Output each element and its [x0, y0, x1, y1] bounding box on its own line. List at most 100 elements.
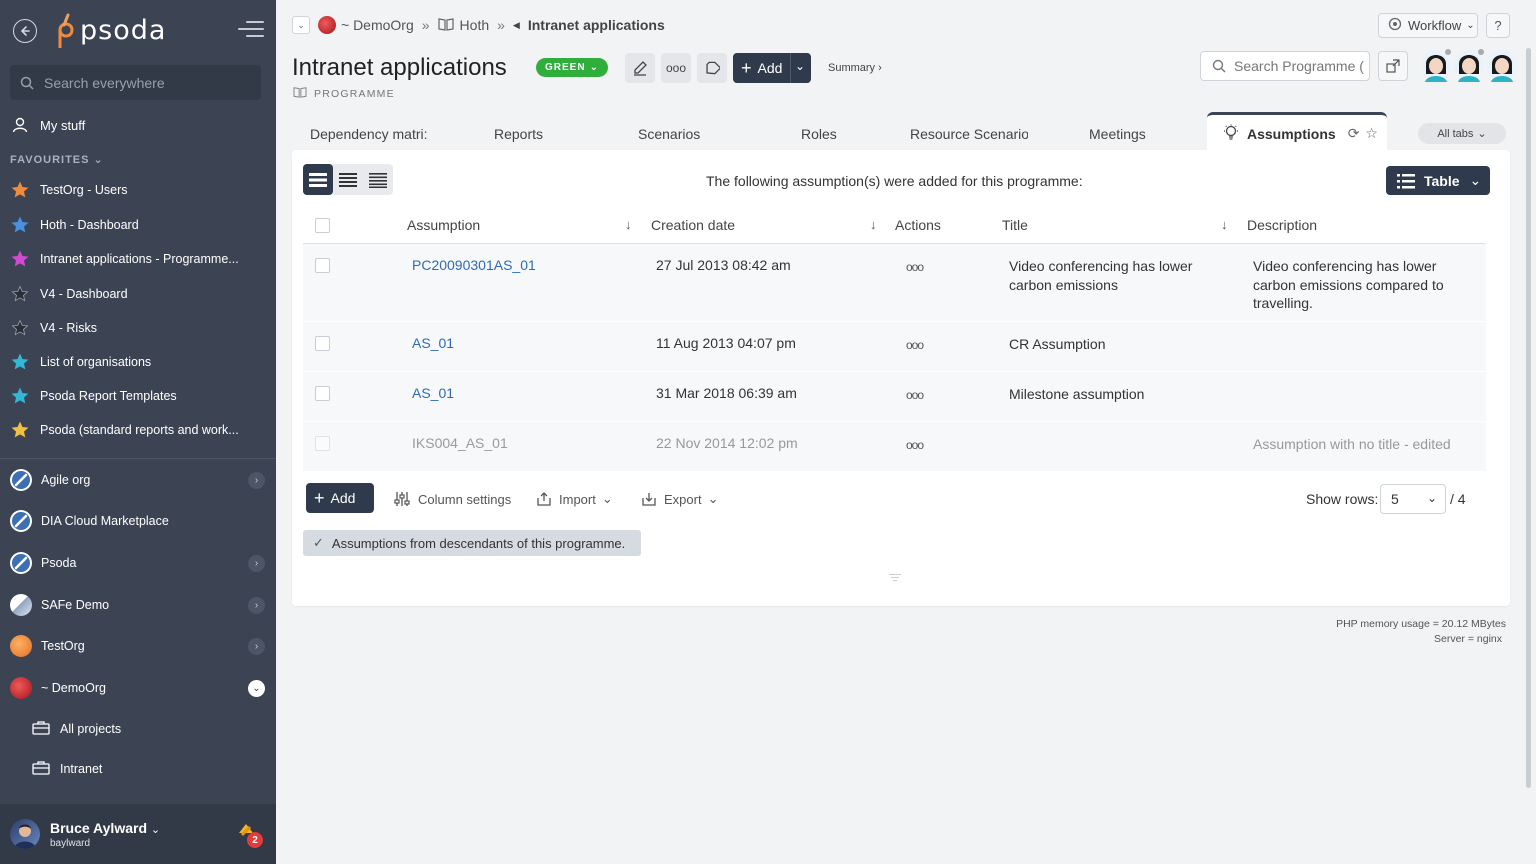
summary-link[interactable]: Summary › [828, 62, 882, 74]
sidebar-item-my-stuff[interactable]: My stuff [0, 110, 276, 140]
star-outline-icon[interactable]: ☆ [1365, 125, 1378, 142]
user-menu[interactable]: Bruce Aylward ⌄ baylward [0, 804, 276, 864]
table-row[interactable]: PC20090301AS_01 27 Jul 2013 08:42 am ooo Vi… [303, 244, 1486, 322]
entity-type-label: PROGRAMME [293, 86, 395, 101]
rows-per-page-select[interactable]: 5 ⌄ [1380, 484, 1446, 514]
team-member-avatar[interactable] [1420, 48, 1452, 82]
tag-button[interactable] [697, 53, 727, 83]
sidebar-favourite-item[interactable]: List of organisations [0, 347, 276, 377]
sidebar-favourite-item[interactable]: V4 - Dashboard [0, 279, 276, 309]
tab-scenarios[interactable]: Scenarios [638, 126, 700, 142]
creation-date: 31 Mar 2018 06:39 am [656, 385, 797, 401]
refresh-icon[interactable]: ⟳ [1348, 125, 1360, 142]
page-scrollbar[interactable] [1526, 48, 1531, 788]
row-actions-icon[interactable]: ooo [906, 338, 924, 352]
psoda-logo-icon [52, 12, 78, 48]
team-member-avatar[interactable] [1453, 48, 1485, 82]
sort-arrow-icon[interactable]: ↓ [1221, 217, 1228, 232]
sidebar-org-item[interactable]: DIA Cloud Marketplace [0, 502, 276, 540]
density-compact-button[interactable] [333, 164, 363, 195]
sidebar-favourite-item[interactable]: Intranet applications - Programme... [0, 244, 276, 274]
import-button[interactable]: Import ⌄ [536, 491, 613, 507]
help-button[interactable]: ? [1486, 13, 1510, 38]
assumption-id-link[interactable]: IKS004_AS_01 [412, 434, 508, 453]
select-all-checkbox[interactable] [315, 218, 330, 233]
sidebar-org-item[interactable]: Psoda › [0, 544, 276, 582]
descendants-filter-toggle[interactable]: ✓ Assumptions from descendants of this p… [303, 530, 641, 556]
row-actions-icon[interactable]: ooo [906, 388, 924, 402]
collapse-sidebar-icon[interactable] [238, 21, 264, 41]
sidebar-favourite-item[interactable]: V4 - Risks [0, 313, 276, 343]
status-badge[interactable]: GREEN ⌄ [536, 58, 608, 77]
density-comfortable-button[interactable] [303, 164, 333, 195]
sort-arrow-icon[interactable]: ↓ [870, 217, 877, 232]
assumption-title: Video conferencing has lower carbon emis… [1009, 258, 1193, 293]
chevron-right-icon[interactable]: › [248, 597, 265, 614]
all-tabs-button[interactable]: All tabs ⌄ [1418, 123, 1506, 144]
assumption-id-link[interactable]: AS_01 [412, 334, 454, 353]
row-checkbox[interactable] [315, 336, 330, 351]
external-link-button[interactable] [1378, 51, 1408, 81]
row-checkbox[interactable] [315, 386, 330, 401]
global-search-input[interactable]: Search everywhere [10, 65, 261, 100]
assumption-title: Milestone assumption [1009, 386, 1145, 402]
sidebar-org-item[interactable]: SAFe Demo › [0, 586, 276, 624]
column-header-title[interactable]: Title [1002, 217, 1028, 233]
sidebar-org-item[interactable]: Agile org › [0, 461, 276, 499]
sidebar-item-all-projects[interactable]: All projects [0, 712, 276, 746]
row-checkbox[interactable] [315, 258, 330, 273]
back-arrow-icon[interactable] [13, 19, 37, 43]
sidebar-item-intranet[interactable]: Intranet [0, 752, 276, 786]
tab-reports[interactable]: Reports [494, 126, 543, 142]
table-list-icon [1397, 173, 1415, 188]
column-header-creation-date[interactable]: Creation date [651, 217, 735, 233]
programme-search-input[interactable]: Search Programme ( [1200, 51, 1370, 81]
breadcrumb-portfolio[interactable]: Hoth [460, 17, 490, 33]
chevron-right-icon[interactable]: › [248, 638, 265, 655]
column-settings-button[interactable]: Column settings [394, 491, 511, 507]
chevron-down-icon[interactable]: ⌄ [248, 680, 265, 697]
psoda-logo[interactable]: psoda [52, 12, 166, 48]
column-header-assumption[interactable]: Assumption [407, 217, 480, 233]
sidebar-favourite-item[interactable]: Psoda (standard reports and work... [0, 415, 276, 445]
tab-roles[interactable]: Roles [801, 126, 837, 142]
export-button[interactable]: Export ⌄ [641, 491, 718, 507]
more-actions-button[interactable]: ooo [661, 53, 691, 83]
view-mode-button[interactable]: Table ⌄ [1386, 166, 1490, 195]
row-checkbox[interactable] [315, 436, 330, 451]
workflow-button[interactable]: Workflow ⌄ [1378, 13, 1478, 38]
sidebar-org-item[interactable]: TestOrg › [0, 627, 276, 665]
sidebar-favourite-item[interactable]: Hoth - Dashboard [0, 210, 276, 240]
sidebar-favourite-item[interactable]: TestOrg - Users [0, 175, 276, 205]
column-header-description[interactable]: Description [1247, 217, 1317, 233]
breadcrumb-org[interactable]: ~ DemoOrg [341, 17, 414, 33]
row-actions-icon[interactable]: ooo [906, 438, 924, 452]
table-row[interactable]: AS_01 31 Mar 2018 06:39 am ooo Milestone as… [303, 372, 1486, 422]
sidebar-org-item[interactable]: ~ DemoOrg ⌄ [0, 669, 276, 707]
tab-dependency-matrix[interactable]: Dependency matri: [310, 126, 430, 142]
add-assumption-button[interactable]: + Add [306, 483, 374, 513]
chevron-right-icon[interactable]: › [248, 472, 265, 489]
external-link-icon [1386, 59, 1400, 73]
tab-assumptions[interactable]: Assumptions ⟳ ☆ [1207, 112, 1387, 152]
add-menu-button[interactable]: + Add ⌄ [733, 53, 811, 83]
chevron-down-icon: ⌄ [795, 59, 806, 73]
table-row[interactable]: AS_01 11 Aug 2013 04:07 pm ooo CR Assumptio… [303, 322, 1486, 372]
favourites-heading[interactable]: FAVOURITES ⌄ [10, 153, 104, 166]
assumption-description: Assumption with no title - edited [1253, 436, 1451, 452]
assumption-id-link[interactable]: PC20090301AS_01 [412, 256, 536, 275]
row-actions-icon[interactable]: ooo [906, 260, 924, 274]
team-member-avatar[interactable] [1486, 48, 1518, 82]
sidebar-favourite-item[interactable]: Psoda Report Templates [0, 381, 276, 411]
assumption-id-link[interactable]: AS_01 [412, 384, 454, 403]
sort-arrow-icon[interactable]: ↓ [625, 217, 632, 232]
star-icon [11, 319, 29, 337]
breadcrumb-dropdown[interactable]: ⌄ [292, 16, 310, 34]
edit-button[interactable] [625, 53, 655, 83]
chevron-right-icon[interactable]: › [248, 555, 265, 572]
density-dense-button[interactable] [363, 164, 393, 195]
table-row[interactable]: IKS004_AS_01 22 Nov 2014 12:02 pm ooo Assum… [303, 422, 1486, 472]
tab-resource-scenarios[interactable]: Resource Scenario: [910, 126, 1028, 142]
resize-handle-icon[interactable] [889, 574, 901, 583]
tab-meetings[interactable]: Meetings [1089, 126, 1146, 142]
